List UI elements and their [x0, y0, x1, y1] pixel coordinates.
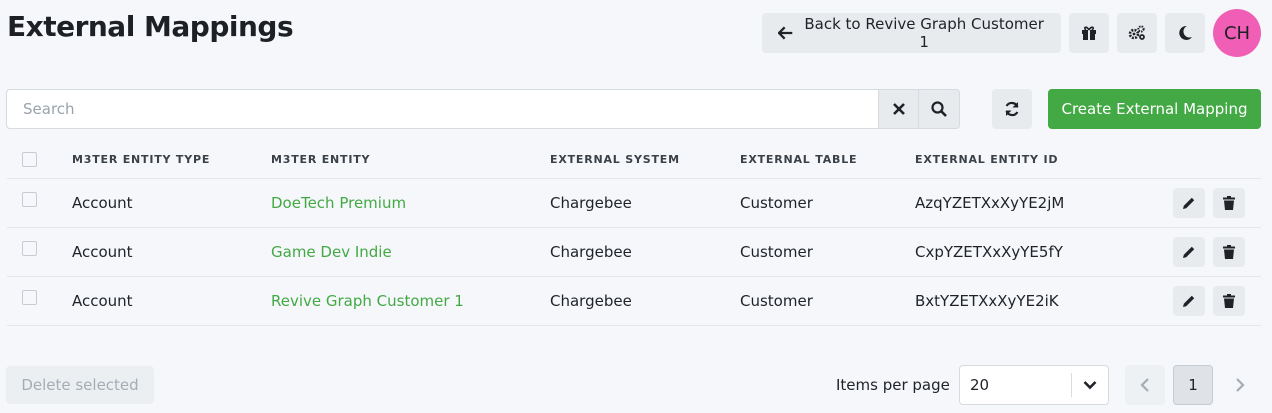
select-toggle[interactable] [1072, 380, 1108, 390]
pagination-footer: Delete selected Items per page 20 1 [0, 365, 1272, 405]
items-per-page-label: Items per page [836, 376, 950, 394]
external-system-cell: Chargebee [550, 178, 740, 228]
column-header: EXTERNAL TABLE [740, 142, 915, 179]
external-id-cell: AzqYZETXxXyYE2jM [915, 178, 1115, 228]
select-all-cell [7, 142, 72, 179]
previous-page-button[interactable] [1125, 365, 1165, 405]
row-actions [1115, 187, 1261, 218]
select-all-checkbox[interactable] [22, 151, 37, 167]
back-button-label: Back to Revive Graph Customer 1 [804, 15, 1044, 51]
chevron-left-icon [1140, 378, 1149, 392]
entity-type-cell: Account [72, 227, 271, 277]
table-row: Account Revive Graph Customer 1 Chargebe… [7, 276, 1261, 326]
refresh-button[interactable] [992, 89, 1032, 129]
row-actions [1115, 236, 1261, 267]
external-system-cell: Chargebee [550, 227, 740, 277]
gift-button[interactable] [1069, 13, 1109, 53]
trash-icon [1223, 293, 1235, 308]
chevron-down-icon [1083, 381, 1097, 390]
edit-button[interactable] [1173, 285, 1205, 316]
search-row: Create External Mapping [6, 89, 1262, 129]
edit-button[interactable] [1173, 236, 1205, 267]
search-button[interactable] [919, 89, 960, 129]
column-header: EXTERNAL ENTITY ID [915, 142, 1115, 179]
pencil-icon [1183, 295, 1195, 307]
next-page-button[interactable] [1220, 365, 1260, 405]
delete-button[interactable] [1213, 236, 1245, 267]
row-checkbox[interactable] [22, 191, 37, 207]
search-input[interactable] [6, 89, 878, 129]
create-external-mapping-button[interactable]: Create External Mapping [1048, 89, 1261, 129]
external-id-cell: BxtYZETXxXyYE2iK [915, 276, 1115, 326]
cogs-icon [1128, 25, 1145, 40]
entity-link[interactable]: Revive Graph Customer 1 [271, 292, 464, 310]
delete-button[interactable] [1213, 187, 1245, 218]
theme-toggle-button[interactable] [1165, 13, 1205, 53]
items-per-page-value: 20 [970, 376, 990, 394]
external-table-cell: Customer [740, 178, 915, 228]
column-header: EXTERNAL SYSTEM [550, 142, 740, 179]
table-header-row: M3TER ENTITY TYPE M3TER ENTITY EXTERNAL … [7, 142, 1261, 179]
header-actions: Back to Revive Graph Customer 1 CH [762, 9, 1261, 57]
gift-icon [1082, 26, 1096, 40]
external-table-cell: Customer [740, 276, 915, 326]
trash-icon [1223, 195, 1235, 210]
items-per-page-select[interactable]: 20 [959, 365, 1109, 405]
table-row: Account Game Dev Indie Chargebee Custome… [7, 227, 1261, 277]
page-button-current[interactable]: 1 [1173, 365, 1213, 405]
avatar[interactable]: CH [1213, 9, 1261, 57]
actions-header [1115, 142, 1261, 179]
entity-link[interactable]: Game Dev Indie [271, 243, 392, 261]
row-checkbox[interactable] [22, 240, 37, 256]
column-header: M3TER ENTITY [271, 142, 550, 179]
moon-icon [1179, 25, 1192, 40]
chevron-right-icon [1236, 378, 1245, 392]
row-actions [1115, 285, 1261, 316]
close-icon [892, 103, 905, 115]
refresh-icon [1005, 101, 1019, 117]
entity-link[interactable]: DoeTech Premium [271, 194, 406, 212]
external-table-cell: Customer [740, 227, 915, 277]
mappings-table: M3TER ENTITY TYPE M3TER ENTITY EXTERNAL … [7, 142, 1261, 326]
table-row: Account DoeTech Premium Chargebee Custom… [7, 178, 1261, 228]
column-header: M3TER ENTITY TYPE [72, 142, 271, 179]
delete-selected-button[interactable]: Delete selected [6, 366, 154, 404]
pencil-icon [1183, 246, 1195, 258]
back-button[interactable]: Back to Revive Graph Customer 1 [762, 13, 1061, 53]
edit-button[interactable] [1173, 187, 1205, 218]
search-icon [931, 101, 947, 117]
settings-button[interactable] [1117, 13, 1157, 53]
external-id-cell: CxpYZETXxXyYE5fY [915, 227, 1115, 277]
entity-type-cell: Account [72, 276, 271, 326]
trash-icon [1223, 244, 1235, 259]
arrow-left-icon [778, 26, 793, 40]
clear-search-button[interactable] [878, 89, 919, 129]
delete-button[interactable] [1213, 285, 1245, 316]
pencil-icon [1183, 197, 1195, 209]
entity-type-cell: Account [72, 178, 271, 228]
external-system-cell: Chargebee [550, 276, 740, 326]
row-checkbox[interactable] [22, 289, 37, 305]
page-title: External Mappings [7, 10, 294, 43]
